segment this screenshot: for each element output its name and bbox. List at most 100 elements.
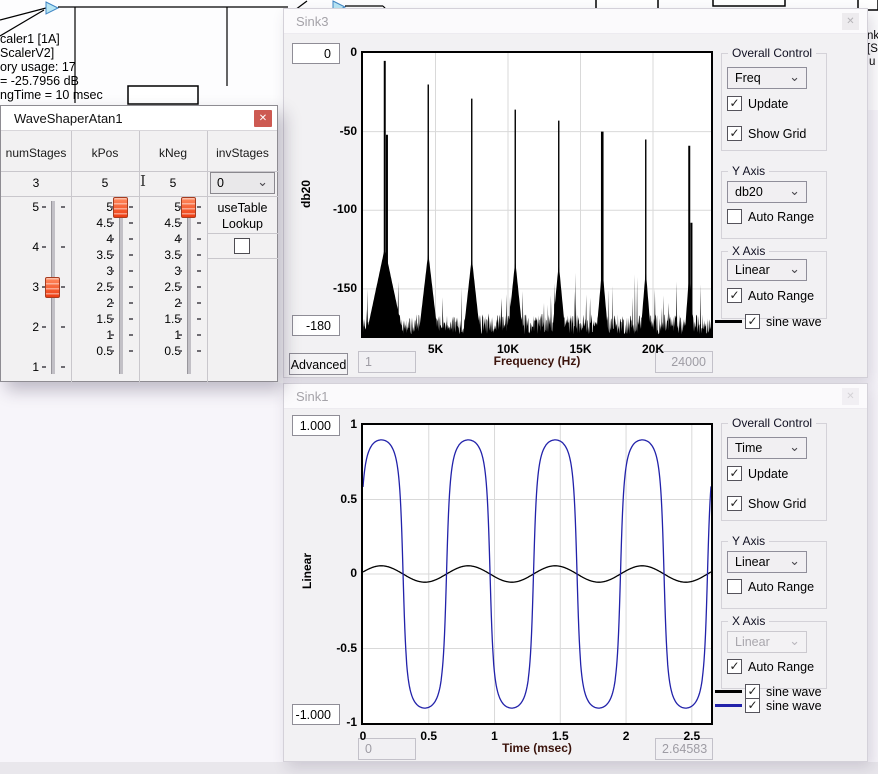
update-checkbox[interactable]: ✓	[727, 466, 742, 481]
slider-tick	[61, 206, 65, 208]
slider-handle[interactable]	[45, 277, 60, 298]
chevron-down-icon: ⌄	[789, 439, 800, 455]
slider-tick	[178, 318, 182, 320]
waveshaper-titlebar[interactable]: WaveShaperAtan1 ✕	[1, 106, 277, 131]
text-cursor: I	[140, 172, 146, 190]
slider-tick	[197, 286, 201, 288]
x-auto-range-label: Auto Range	[748, 660, 814, 674]
close-icon[interactable]: ✕	[842, 388, 859, 405]
show-grid-label: Show Grid	[748, 497, 806, 511]
numstages-slider[interactable]: 54321	[1, 197, 71, 383]
close-icon[interactable]: ✕	[254, 110, 272, 127]
dropdown-value: Freq	[735, 71, 761, 85]
y-min-value-box[interactable]: -180	[292, 315, 340, 336]
update-checkbox[interactable]: ✓	[727, 96, 742, 111]
overall-control-dropdown[interactable]: Time ⌄	[727, 437, 807, 459]
slider-tick	[129, 270, 133, 272]
advanced-button[interactable]: Advanced	[289, 353, 348, 375]
x-tick-label: 5K	[428, 342, 443, 356]
x-tick-label: 1.5	[552, 729, 569, 743]
legend-checkbox[interactable]: ✓	[745, 314, 760, 329]
update-label: Update	[748, 467, 788, 481]
legend-checkbox[interactable]: ✓	[745, 698, 760, 713]
close-icon[interactable]: ✕	[842, 13, 859, 30]
y-auto-range-checkbox[interactable]	[727, 209, 742, 224]
slider-tick	[110, 302, 114, 304]
slider-tick: 2	[71, 296, 113, 310]
sink1-window: Sink1 ✕ 1.000 -1.000 Linear 0 Time (msec…	[283, 383, 868, 762]
slider-tick: 3.5	[139, 248, 181, 262]
y-tick-label: -0.5	[312, 641, 357, 655]
slider-tick: 1	[139, 328, 181, 342]
y-auto-range-checkbox[interactable]	[727, 579, 742, 594]
slider-tick	[129, 334, 133, 336]
slider-tick	[197, 302, 201, 304]
slider-tick	[110, 270, 114, 272]
slider-tick: 1.5	[71, 312, 113, 326]
y-tick-label: -150	[312, 281, 357, 295]
dropdown-value: Linear	[735, 635, 770, 649]
x-axis-dropdown[interactable]: Linear ⌄	[727, 259, 807, 281]
slider-tick	[129, 238, 133, 240]
window-title: WaveShaperAtan1	[14, 111, 123, 126]
y-tick-label: -1	[312, 715, 357, 729]
chevron-down-icon: ⌄	[789, 633, 800, 649]
column-header-kpos: kPos	[71, 146, 139, 160]
x-min-input[interactable]: 0	[358, 738, 416, 760]
waveform-plot	[361, 423, 713, 725]
slider-tick	[178, 350, 182, 352]
sink3-window: Sink3 ✕ 0 -180 db20 Advanced 1 Frequency…	[283, 8, 868, 378]
slider-tick: 0.5	[139, 344, 181, 358]
invstages-dropdown[interactable]: 0 ⌄	[210, 172, 275, 194]
show-grid-checkbox[interactable]: ✓	[727, 126, 742, 141]
x-tick-label: 15K	[569, 342, 591, 356]
y-axis-title: db20	[299, 172, 313, 216]
x-auto-range-checkbox[interactable]: ✓	[727, 288, 742, 303]
x-min-input[interactable]: 1	[358, 351, 416, 373]
group-label: Overall Control	[728, 416, 816, 430]
slider-tick	[178, 270, 182, 272]
kpos-slider[interactable]: 54.543.532.521.510.5	[71, 197, 139, 383]
slider-tick	[110, 254, 114, 256]
divider	[207, 131, 208, 383]
slider-tick	[178, 238, 182, 240]
sink3-titlebar[interactable]: Sink3 ✕	[284, 9, 867, 34]
schematic-text-fragment: nk	[867, 30, 878, 42]
slider-tick: 5	[139, 200, 181, 214]
use-table-label: useTable	[207, 201, 278, 215]
y-tick-label: -100	[312, 202, 357, 216]
kpos-value[interactable]: 5	[71, 176, 139, 190]
slider-tick	[129, 222, 133, 224]
slider-tick	[61, 246, 65, 248]
slider-track	[119, 201, 123, 374]
numstages-value[interactable]: 3	[1, 176, 71, 190]
slider-tick	[197, 254, 201, 256]
y-auto-range-label: Auto Range	[748, 210, 814, 224]
y-axis-dropdown[interactable]: db20 ⌄	[727, 181, 807, 203]
slider-tick: 2.5	[139, 280, 181, 294]
kneg-value[interactable]: 5	[139, 176, 207, 190]
x-tick-label: 1	[491, 729, 498, 743]
kneg-slider[interactable]: 54.543.532.521.510.5	[139, 197, 207, 383]
legend-checkbox[interactable]: ✓	[745, 684, 760, 699]
slider-tick: 3.5	[71, 248, 113, 262]
slider-tick: 4	[71, 232, 113, 246]
slider-tick	[197, 334, 201, 336]
slider-tick: 1.5	[139, 312, 181, 326]
application-canvas: caler1 [1A] ScalerV2] ory usage: 17 = -2…	[0, 0, 878, 774]
status-strip	[0, 762, 878, 774]
slider-handle[interactable]	[181, 197, 196, 218]
slider-tick	[42, 246, 46, 248]
sink1-titlebar[interactable]: Sink1 ✕	[284, 384, 867, 409]
slider-tick	[42, 326, 46, 328]
show-grid-checkbox[interactable]: ✓	[727, 496, 742, 511]
x-axis-dropdown[interactable]: Linear ⌄	[727, 631, 807, 653]
overall-control-dropdown[interactable]: Freq ⌄	[727, 67, 807, 89]
legend-line-swatch	[715, 690, 742, 693]
use-table-checkbox[interactable]	[234, 238, 250, 254]
slider-handle[interactable]	[113, 197, 128, 218]
y-axis-dropdown[interactable]: Linear ⌄	[727, 551, 807, 573]
x-tick-label: 0.5	[420, 729, 437, 743]
x-auto-range-checkbox[interactable]: ✓	[727, 659, 742, 674]
spectrum-plot	[361, 51, 713, 338]
